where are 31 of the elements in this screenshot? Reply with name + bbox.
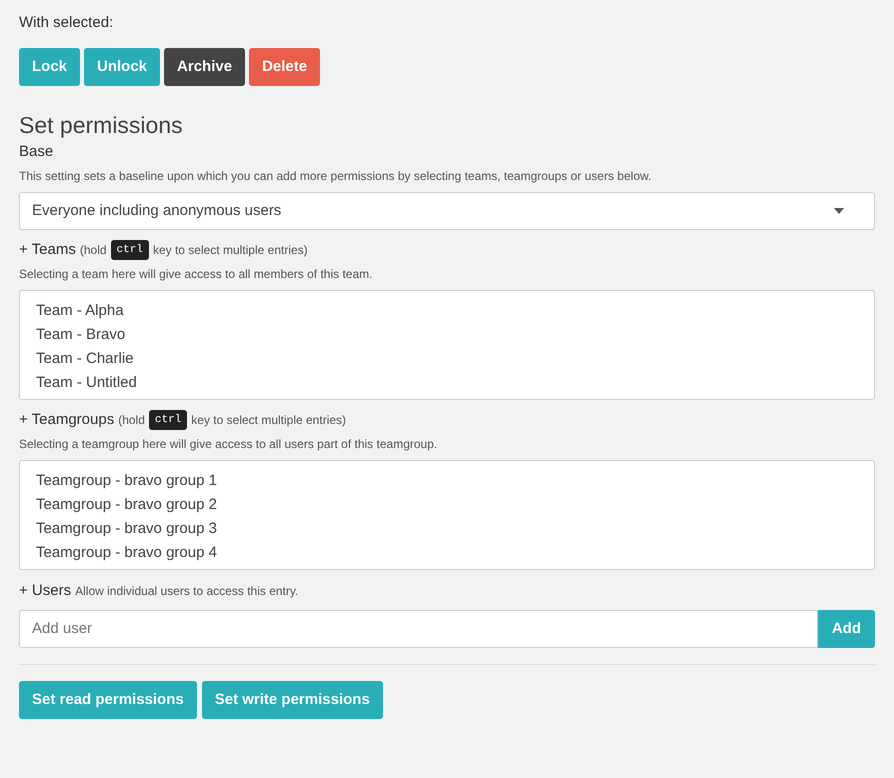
hint-text: key to select multiple entries) bbox=[152, 242, 308, 259]
help-text: This setting sets a baseline upon which you can add more permissions by selecting teams, teamgroups or users below. bbox=[19, 168, 652, 184]
field-label: + Teams bbox=[19, 240, 76, 260]
user-input-field[interactable]: Add user bbox=[19, 610, 818, 648]
action-button[interactable]: Archive bbox=[164, 48, 246, 86]
hint-text: (hold bbox=[80, 242, 107, 259]
field-label: Base bbox=[19, 142, 54, 162]
list-option[interactable]: Team - Charlie bbox=[36, 347, 874, 371]
multi-select-list[interactable]: Teamgroup - bravo group 1 Teamgroup - bravo group 2 Teamgroup - bravo group 3 Teamgroup - bravo group 4 bbox=[19, 460, 875, 570]
multi-select-list[interactable]: Team - Alpha Team - Bravo Team - Charlie Team - Untitled bbox=[19, 290, 875, 400]
list-option[interactable]: Team - Bravo bbox=[36, 323, 874, 347]
list-option[interactable]: Teamgroup - bravo group 4 bbox=[36, 541, 874, 565]
hint-text: (hold bbox=[118, 412, 145, 429]
list-option[interactable]: Teamgroup - bravo group 3 bbox=[36, 517, 874, 541]
caret-icon bbox=[834, 208, 844, 214]
field-label: + Users bbox=[19, 581, 72, 601]
list-option[interactable]: Teamgroup - bravo group 1 bbox=[36, 469, 874, 493]
section-heading: Set permissions bbox=[19, 111, 184, 140]
hint-text: key to select multiple entries) bbox=[191, 412, 346, 429]
list-option[interactable]: Teamgroup - bravo group 2 bbox=[36, 493, 874, 517]
field-label: + Teamgroups bbox=[19, 410, 114, 430]
key-label: ctrl bbox=[148, 410, 188, 430]
help-text: Selecting a team here will give access to all members of this team. bbox=[19, 266, 374, 282]
hint-text: Allow individual users to access this entry. bbox=[75, 583, 298, 600]
base-select[interactable]: Everyone including anonymous users bbox=[19, 192, 875, 230]
section-label: With selected: bbox=[19, 13, 114, 32]
list-option[interactable]: Team - Alpha bbox=[36, 299, 874, 323]
key-label: ctrl bbox=[110, 240, 149, 260]
select-value: Everyone including anonymous users bbox=[32, 200, 282, 221]
list-option[interactable]: Team - Untitled bbox=[36, 371, 874, 395]
help-text: Selecting a teamgroup here will give access to all users part of this teamgroup. bbox=[19, 436, 438, 452]
